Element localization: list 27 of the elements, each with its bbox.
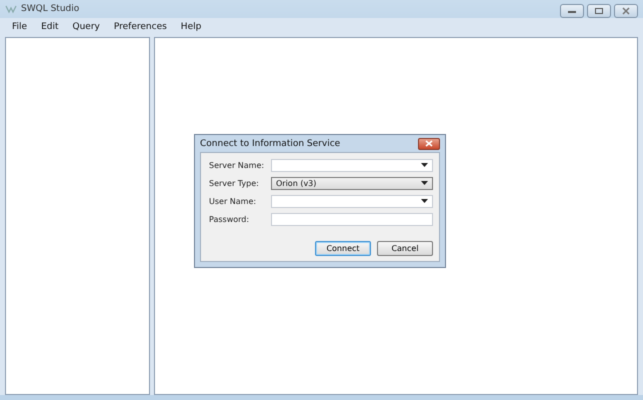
password-field[interactable] <box>271 212 433 226</box>
menu-item[interactable]: Edit <box>41 22 58 32</box>
maximize-icon <box>594 7 604 15</box>
dialog-button[interactable]: Cancel <box>377 241 433 256</box>
field-label: Server Name: <box>209 160 266 170</box>
maximize-button[interactable] <box>587 4 611 18</box>
minimize-button[interactable] <box>560 4 584 18</box>
dropdown-arrow-icon <box>421 163 428 167</box>
app-icon <box>5 4 17 14</box>
field-label: Password: <box>209 214 250 224</box>
menu-item[interactable]: Help <box>180 22 202 32</box>
menu-item[interactable]: Preferences <box>114 22 167 32</box>
close-icon <box>425 140 433 147</box>
close-button[interactable] <box>418 138 440 150</box>
menu-item[interactable]: Query <box>72 22 100 32</box>
combo-box[interactable]: Orion (v3) <box>271 176 433 190</box>
menu-item[interactable]: File <box>12 22 28 32</box>
minimize-icon <box>567 8 577 14</box>
window-title: SWQL Studio <box>21 4 80 14</box>
field-label: Server Type: <box>209 178 260 188</box>
close-button[interactable] <box>614 4 638 18</box>
dialog-title: Connect to Information Service <box>200 138 340 148</box>
dropdown-arrow-icon <box>421 181 428 185</box>
dropdown-arrow-icon <box>421 199 428 203</box>
dialog-button[interactable]: Connect <box>315 241 371 256</box>
close-icon <box>621 7 631 15</box>
field-label: User Name: <box>209 196 258 206</box>
